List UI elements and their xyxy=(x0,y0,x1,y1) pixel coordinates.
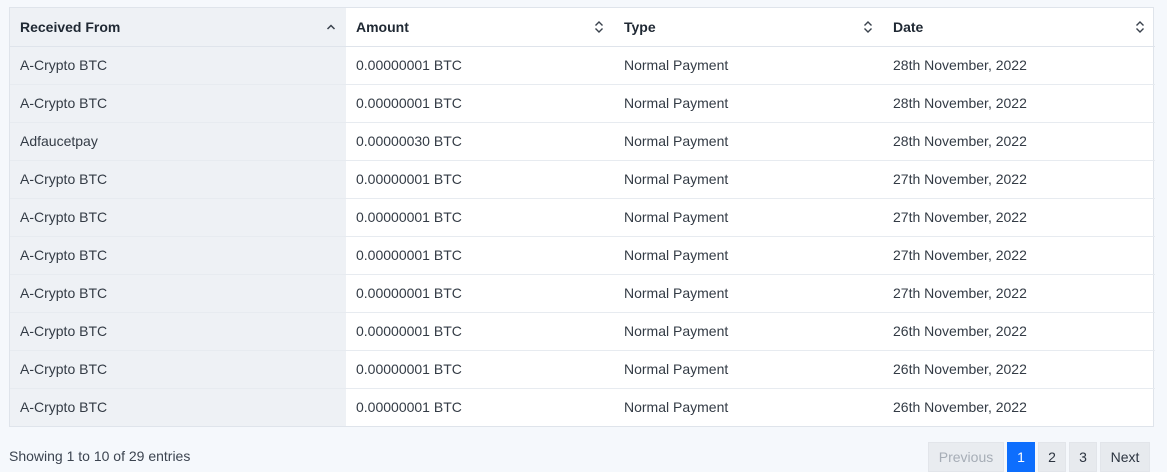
cell-amount: 0.00000001 BTC xyxy=(346,311,614,350)
table-header: Received From Amount Type Date xyxy=(10,8,1155,47)
cell-date: 27th November, 2022 xyxy=(883,273,1155,312)
table-row: A-Crypto BTC 0.00000001 BTC Normal Payme… xyxy=(10,311,1155,350)
table-row: A-Crypto BTC 0.00000001 BTC Normal Payme… xyxy=(10,197,1155,236)
cell-received-from: Adfaucetpay xyxy=(10,121,346,160)
previous-page-button[interactable]: Previous xyxy=(928,442,1004,472)
cell-amount: 0.00000001 BTC xyxy=(356,57,462,73)
cell-received-from: A-Crypto BTC xyxy=(10,235,346,274)
transactions-table-container: Received From Amount Type Date A-Crypto … xyxy=(9,7,1155,427)
table-row: A-Crypto BTC 0.00000001 BTC Normal Payme… xyxy=(10,387,1155,426)
column-header-label: Date xyxy=(893,18,924,35)
column-header-label: Type xyxy=(624,18,656,35)
next-page-button[interactable]: Next xyxy=(1100,442,1150,472)
cell-type: Normal Payment xyxy=(614,311,883,350)
cell-amount: 0.00000001 BTC xyxy=(346,273,614,312)
table-row: A-Crypto BTC 0.00000001 BTC Normal Payme… xyxy=(10,83,1155,122)
table-body: A-Crypto BTC 0.00000001 BTC Normal Payme… xyxy=(10,46,1155,426)
cell-date: 28th November, 2022 xyxy=(883,83,1155,122)
table-row: Adfaucetpay 0.00000030 BTC Normal Paymen… xyxy=(10,121,1155,160)
cell-received-from: A-Crypto BTC xyxy=(10,273,346,312)
cell-amount: 0.00000030 BTC xyxy=(346,121,614,160)
column-header-label: Amount xyxy=(356,18,409,35)
cell-amount: 0.00000001 BTC xyxy=(346,349,614,388)
cell-type: Normal Payment xyxy=(614,387,883,426)
table-row: A-Crypto BTC 0.00000001 BTC Normal Payme… xyxy=(10,273,1155,312)
cell-type: Normal Payment xyxy=(614,273,883,312)
column-header-date[interactable]: Date xyxy=(883,8,1155,47)
sort-updown-icon xyxy=(1135,20,1145,34)
cell-date: 27th November, 2022 xyxy=(883,235,1155,274)
page-button-2[interactable]: 2 xyxy=(1038,442,1066,472)
table-row: A-Crypto BTC 0.00000001 BTC Normal Payme… xyxy=(10,46,1155,84)
cell-type: Normal Payment xyxy=(614,197,883,236)
header-row: Received From Amount Type Date xyxy=(10,8,1155,47)
cell-received-from: A-Crypto BTC xyxy=(10,349,346,388)
cell-type: Normal Payment xyxy=(614,235,883,274)
table-row: A-Crypto BTC 0.00000001 BTC Normal Payme… xyxy=(10,349,1155,388)
table-footer: Showing 1 to 10 of 29 entries Previous 1… xyxy=(9,441,1154,472)
cell-type: Normal Payment xyxy=(614,83,883,122)
column-header-label: Received From xyxy=(20,18,121,35)
chevron-up-icon xyxy=(326,20,336,34)
sort-updown-icon xyxy=(594,20,604,34)
cell-type: Normal Payment xyxy=(614,159,883,198)
table-row: A-Crypto BTC 0.00000001 BTC Normal Payme… xyxy=(10,235,1155,274)
column-header-received-from[interactable]: Received From xyxy=(10,8,346,47)
cell-received-from: A-Crypto BTC xyxy=(10,159,346,198)
column-header-type[interactable]: Type xyxy=(614,8,883,47)
table-row: A-Crypto BTC 0.00000001 BTC Normal Payme… xyxy=(10,159,1155,198)
cell-date: 26th November, 2022 xyxy=(883,311,1155,350)
cell-date: 27th November, 2022 xyxy=(883,197,1155,236)
cell-received-from: A-Crypto BTC xyxy=(10,197,346,236)
page-button-3[interactable]: 3 xyxy=(1069,442,1097,472)
cell-type: Normal Payment xyxy=(614,121,883,160)
cell-received-from: A-Crypto BTC xyxy=(10,311,346,350)
sort-updown-icon xyxy=(863,20,873,34)
cell-received-from: A-Crypto BTC xyxy=(10,83,346,122)
cell-date: 28th November, 2022 xyxy=(893,57,1027,73)
cell-received-from: A-Crypto BTC xyxy=(10,46,346,84)
transactions-table: Received From Amount Type Date A-Crypto … xyxy=(10,8,1155,426)
cell-date: 26th November, 2022 xyxy=(883,387,1155,426)
column-header-amount[interactable]: Amount xyxy=(346,8,614,47)
cell-received-from: A-Crypto BTC xyxy=(10,387,346,426)
entries-info: Showing 1 to 10 of 29 entries xyxy=(9,448,191,464)
page-button-1[interactable]: 1 xyxy=(1007,442,1035,472)
pagination: Previous 1 2 3 Next xyxy=(928,442,1150,472)
cell-amount: 0.00000001 BTC xyxy=(346,197,614,236)
cell-date: 28th November, 2022 xyxy=(883,121,1155,160)
cell-amount: 0.00000001 BTC xyxy=(346,159,614,198)
cell-date: 27th November, 2022 xyxy=(883,159,1155,198)
cell-amount: 0.00000001 BTC xyxy=(346,235,614,274)
cell-date: 26th November, 2022 xyxy=(883,349,1155,388)
cell-type: Normal Payment xyxy=(614,349,883,388)
cell-amount: 0.00000001 BTC xyxy=(346,387,614,426)
cell-type: Normal Payment xyxy=(624,57,729,73)
cell-amount: 0.00000001 BTC xyxy=(346,83,614,122)
